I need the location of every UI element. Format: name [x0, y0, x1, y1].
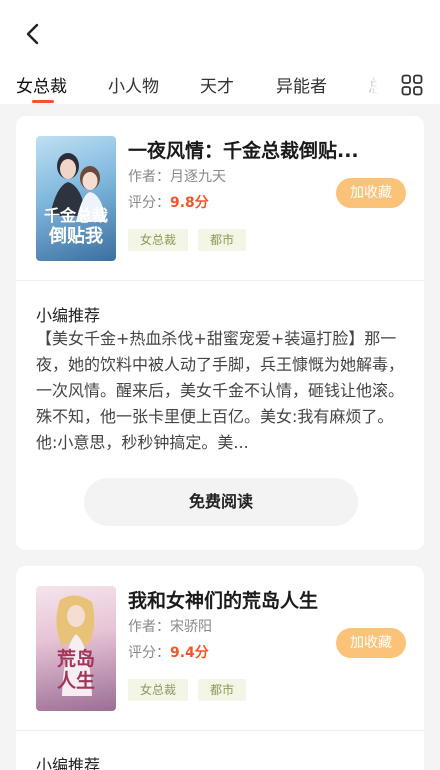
grid-icon — [401, 74, 423, 96]
book-score: 评分：9.4分 — [128, 642, 209, 662]
tag-female-ceo[interactable]: 女总裁 — [128, 229, 189, 251]
active-tab-indicator — [32, 100, 54, 103]
score-value: 9.8分 — [170, 195, 209, 211]
cover-title-line1: 荒岛 — [56, 648, 95, 670]
add-to-shelf-button[interactable]: 加收藏 — [336, 628, 406, 658]
book-score: 评分：9.8分 — [128, 192, 209, 212]
tag-female-ceo[interactable]: 女总裁 — [128, 679, 189, 701]
all-categories-button[interactable] — [398, 72, 426, 98]
free-read-button[interactable]: 免费阅读 — [84, 478, 358, 526]
book-cover[interactable]: 荒岛 人生 — [36, 586, 116, 711]
book-cover[interactable]: 千金总裁 倒贴我 — [36, 136, 116, 261]
recommendation-heading: 小编推荐 — [36, 756, 101, 770]
score-label: 评分： — [128, 195, 170, 211]
score-value: 9.4分 — [170, 645, 209, 661]
recommendation-text: 【美女千金+热血杀伐+甜蜜宠爱+装逼打脸】那一夜，她的饮料中被人动了手脚，兵王慷… — [36, 329, 405, 452]
tag-urban[interactable]: 都市 — [198, 229, 247, 251]
top-bar: 女总裁 小人物 天才 异能者 总 — [0, 0, 440, 104]
cover-title-line2: 倒贴我 — [49, 226, 103, 247]
book-author: 作者：宋骄阳 — [128, 619, 212, 635]
score-label: 评分： — [128, 645, 170, 661]
category-tabs: 女总裁 小人物 天才 异能者 总 — [0, 66, 390, 104]
back-button[interactable] — [16, 18, 48, 50]
cover-title-line2: 人生 — [56, 670, 95, 692]
add-to-shelf-button[interactable]: 加收藏 — [336, 178, 406, 208]
cover-title-line1: 千金总裁 — [43, 206, 108, 225]
tab-esper[interactable]: 异能者 — [276, 72, 327, 97]
tab-genius[interactable]: 天才 — [200, 72, 234, 97]
book-title[interactable]: 一夜风情：千金总裁倒贴... — [128, 136, 359, 163]
book-title[interactable]: 我和女神们的荒岛人生 — [128, 586, 318, 613]
tag-urban[interactable]: 都市 — [198, 679, 247, 701]
card-divider — [16, 280, 424, 281]
tab-little-person[interactable]: 小人物 — [108, 72, 159, 97]
book-card[interactable]: 荒岛 人生 我和女神们的荒岛人生 作者：宋骄阳 评分：9.4分 女总裁 都市 加… — [16, 566, 424, 770]
card-divider — [16, 730, 424, 731]
back-arrow-icon — [26, 23, 39, 45]
book-card[interactable]: 千金总裁 倒贴我 一夜风情：千金总裁倒贴... 作者：月逐九天 评分：9.8分 … — [16, 116, 424, 550]
tabs-fade — [350, 66, 390, 104]
book-author: 作者：月逐九天 — [128, 169, 226, 185]
tab-female-ceo[interactable]: 女总裁 — [16, 72, 67, 97]
recommendation-heading: 小编推荐 — [36, 306, 101, 325]
